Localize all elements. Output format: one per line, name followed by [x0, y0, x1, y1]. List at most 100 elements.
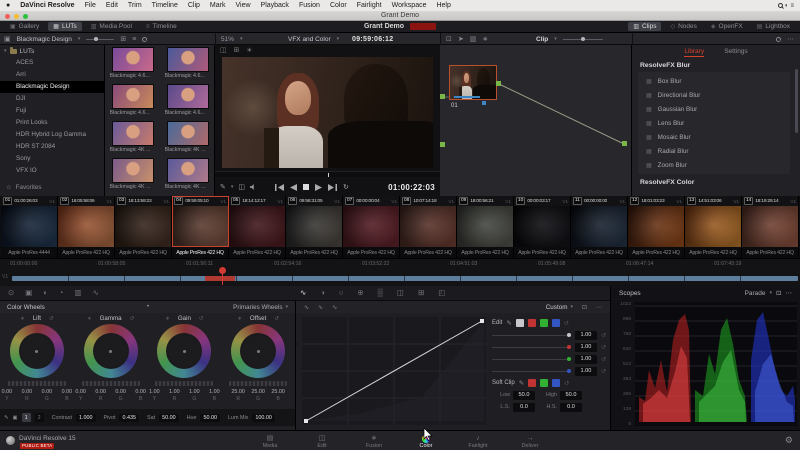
fx-item-zoom-blur[interactable]: ▦Zoom Blur	[638, 158, 790, 172]
header-button-clips[interactable]: ▥Clips	[628, 22, 661, 31]
playhead-marker[interactable]	[219, 267, 226, 274]
lut-root-folder[interactable]: ▾ LUTs	[0, 45, 104, 57]
color-wheel-offset[interactable]	[231, 324, 285, 378]
page-button-fairlight[interactable]: ♪Fairlight	[463, 434, 493, 449]
annotate-pen-icon[interactable]: ✎	[220, 183, 226, 191]
lut-item[interactable]: Blackmagic 4.6...	[160, 47, 215, 84]
color-wheels-icon[interactable]: ◐	[43, 288, 48, 297]
timeline-clip-06[interactable]: 0609:58:31:05V1Apple ProRes 422 HQ	[286, 196, 343, 258]
audio-mute-icon[interactable]	[250, 184, 256, 190]
project-settings-gear-icon[interactable]: ⚙	[785, 435, 793, 446]
color-wheel-lift[interactable]	[10, 324, 64, 378]
pointer-tool-icon[interactable]: ➤	[458, 36, 464, 43]
param-value[interactable]: 100.00	[252, 414, 275, 422]
sidebar-item-fuji[interactable]: Fuji	[0, 105, 104, 117]
clip-thumbnail[interactable]	[115, 206, 171, 247]
field-value[interactable]: 50.0	[513, 391, 535, 400]
menu-item-[interactable]: ●	[6, 2, 10, 9]
header-button-luts[interactable]: ▦LUTs	[48, 22, 81, 31]
clip-thumbnail[interactable]	[628, 206, 684, 247]
timeline-select[interactable]: VFX and Color	[288, 36, 331, 43]
thumb-size-slider[interactable]	[86, 39, 114, 40]
channel-chip-0[interactable]	[516, 319, 524, 327]
stop-button[interactable]	[303, 184, 309, 190]
clip-thumbnail[interactable]	[286, 206, 342, 247]
play-button[interactable]	[315, 184, 322, 191]
graph-input-port-2[interactable]	[440, 142, 445, 147]
soft-chip-2[interactable]	[552, 379, 560, 387]
fx-item-radial-blur[interactable]: ▦Radial Blur	[638, 144, 790, 158]
control-center-icon[interactable]: ◐	[785, 3, 789, 9]
param-value[interactable]: 1.000	[76, 414, 96, 422]
clip-thumbnail[interactable]	[514, 206, 570, 247]
header-button-gallery[interactable]: ▣Gallery	[5, 22, 44, 31]
menu-item-file[interactable]: File	[85, 2, 96, 9]
tracker-icon[interactable]: ⊕	[357, 288, 363, 297]
lut-folder-select[interactable]: Blackmagic Design	[17, 36, 72, 43]
tab-library[interactable]: Library	[684, 48, 704, 57]
reset-icon[interactable]: ↺	[601, 344, 606, 351]
fx-item-gaussian-blur[interactable]: ▦Gaussian Blur	[638, 102, 790, 116]
expand-icon[interactable]: ⊡	[582, 304, 587, 311]
lut-item[interactable]: Blackmagic 4K ...	[105, 121, 160, 158]
menu-item-playback[interactable]: Playback	[261, 2, 289, 9]
curve-mode-icon-2[interactable]: ∿	[318, 304, 323, 311]
timeline-clip-11[interactable]: 1100:00:00:00V1Apple ProRes 422 HQ	[571, 196, 628, 258]
fx-item-directional-blur[interactable]: ▦Directional Blur	[638, 88, 790, 102]
page-button-fusion[interactable]: ∗Fusion	[359, 434, 389, 449]
key-icon[interactable]: ◫	[397, 288, 404, 297]
sidebar-item-blackmagic-design[interactable]: Blackmagic Design	[0, 81, 104, 93]
channel-chip-3[interactable]	[552, 319, 560, 327]
timeline-clip-02[interactable]: 0216:05:58:06V1Apple ProRes 422 HQ	[58, 196, 115, 258]
copy-icon[interactable]: ✎	[4, 415, 9, 421]
menu-item-view[interactable]: View	[235, 2, 250, 9]
list-view-icon[interactable]: ≡	[132, 36, 136, 43]
lut-item[interactable]: Blackmagic 4.6...	[105, 84, 160, 121]
param-value[interactable]: 0.435	[119, 414, 139, 422]
color-match-icon[interactable]: ▣	[25, 288, 32, 297]
page-button-deliver[interactable]: →Deliver	[515, 434, 545, 449]
clip-thumbnail[interactable]	[58, 206, 114, 247]
clip-thumbnail[interactable]	[742, 206, 798, 247]
hdr-wheels-icon[interactable]: ◔	[59, 288, 64, 297]
lut-item[interactable]: Blackmagic 4K ...	[160, 121, 215, 158]
curve-mode-icon-1[interactable]: ∿	[304, 304, 309, 311]
expand-icon[interactable]: ⊡	[446, 36, 452, 43]
soft-chip-0[interactable]	[528, 379, 536, 387]
options-dots-icon[interactable]: ⋯	[787, 36, 794, 43]
wheel-reset-icon[interactable]: ↺	[274, 316, 279, 322]
menu-item-clip[interactable]: Clip	[188, 2, 200, 9]
wheel-adjust-icon[interactable]: ∗	[20, 316, 25, 322]
timeline-clip-04[interactable]: 0409:59:05:10V1Apple ProRes 422 HQ	[172, 196, 229, 258]
channel-value[interactable]: 1.00	[575, 331, 597, 340]
jog-bar[interactable]	[215, 171, 440, 177]
fx-item-lens-blur[interactable]: ▦Lens Blur	[638, 116, 790, 130]
sidebar-item-print-looks[interactable]: Print Looks	[0, 117, 104, 129]
stereo-icon[interactable]: ◰	[438, 288, 445, 297]
wheel-reset-icon[interactable]: ↺	[199, 316, 204, 322]
fx-item-mosaic-blur[interactable]: ▦Mosaic Blur	[638, 130, 790, 144]
image-wipe-icon[interactable]: ◫	[220, 46, 227, 54]
menu-item-fusion[interactable]: Fusion	[299, 2, 320, 9]
menu-item-davinciresolve[interactable]: DaVinci Resolve	[20, 2, 74, 9]
wheel-reset-icon[interactable]: ↺	[130, 316, 135, 322]
chevron-down-icon[interactable]: ▾	[231, 184, 234, 190]
timeline-clip-03[interactable]: 0318:13:59:23V1Apple ProRes 422 HQ	[115, 196, 172, 258]
menu-item-timeline[interactable]: Timeline	[152, 2, 178, 9]
reset-icon[interactable]: ↺	[564, 380, 569, 387]
sidebar-item-sony[interactable]: Sony	[0, 153, 104, 165]
page-button-media[interactable]: ▤Media	[255, 434, 285, 449]
menu-item-workspace[interactable]: Workspace	[392, 2, 427, 9]
video-frame[interactable]	[222, 57, 433, 168]
wipe-mode-icon[interactable]: ◫	[238, 183, 245, 191]
timeline-clip-12[interactable]: 1218:01:03:23V1Apple ProRes 422 HQ	[628, 196, 685, 258]
rgb-mixer-icon[interactable]: ▥	[74, 288, 81, 297]
clip-filter-select[interactable]: Clip	[536, 36, 548, 43]
wheel-adjust-icon[interactable]: ∗	[237, 316, 242, 322]
field-value[interactable]: 50.0	[560, 391, 582, 400]
wheel-adjust-icon[interactable]: ∗	[165, 316, 170, 322]
menu-item-help[interactable]: Help	[436, 2, 450, 9]
curves-icon[interactable]: ∿	[300, 288, 306, 297]
field-value[interactable]: 0.0	[513, 403, 535, 412]
channel-value[interactable]: 1.00	[575, 355, 597, 364]
